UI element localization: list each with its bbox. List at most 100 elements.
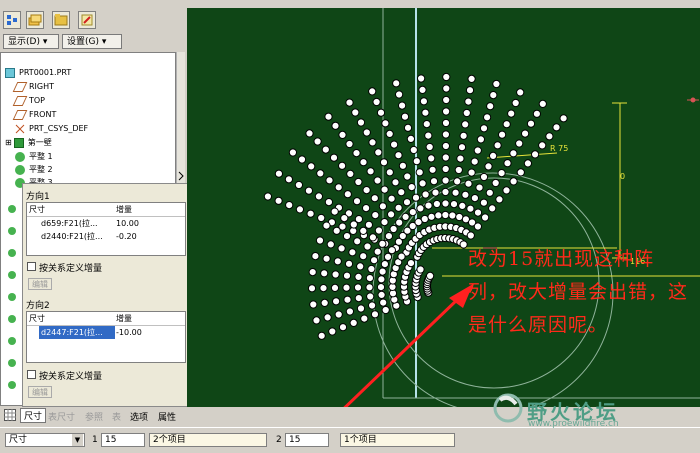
increment-cell[interactable]: -0.20 (116, 230, 137, 243)
edit-button[interactable]: 编辑 (28, 278, 52, 290)
pattern-hole (353, 237, 362, 246)
chevron-down-icon[interactable]: ▼ (72, 434, 83, 446)
tree-item-top[interactable]: TOP (12, 94, 45, 107)
tree-item-right[interactable]: RIGHT (12, 80, 54, 93)
col-dimension: 尺寸 (29, 205, 45, 214)
pattern-hole (411, 193, 421, 202)
pattern-type-select[interactable]: 尺寸 ▼ (5, 433, 85, 447)
tab-dimensions[interactable]: 尺寸 (20, 408, 47, 423)
relation-checkbox[interactable] (27, 262, 36, 271)
dir2-items-collector[interactable]: 1个项目 (340, 433, 455, 447)
pattern-hole (497, 169, 506, 178)
tab-options[interactable]: 选项 (130, 410, 148, 423)
pattern-hole (383, 252, 393, 261)
dir1-items-collector[interactable]: 2个项目 (149, 433, 267, 447)
col-dimension: 尺寸 (29, 314, 45, 323)
pattern-hole (466, 204, 475, 213)
pattern-hole (428, 165, 437, 174)
pattern-hole (314, 192, 323, 201)
pattern-hole (416, 204, 425, 213)
pattern-hole (441, 210, 450, 220)
tree-item-flat2[interactable]: 平整 2 (15, 163, 53, 176)
pattern-hole (305, 129, 314, 138)
pattern-hole (418, 85, 427, 95)
pattern-hole (402, 198, 412, 207)
pattern-hole (442, 107, 451, 116)
datum-plane-icon (12, 81, 28, 92)
table-row[interactable]: d659:F21(拉... 10.00 (27, 217, 185, 230)
expand-icon[interactable]: ⊞ (5, 138, 12, 147)
pattern-hole (340, 214, 349, 223)
tree-item-part[interactable]: PRT0001.PRT (5, 66, 71, 79)
pattern-hole (408, 208, 417, 217)
part-icon (5, 67, 15, 78)
pattern-hole (427, 212, 436, 221)
layer-icon[interactable] (26, 11, 44, 29)
settings-dropdown[interactable]: 设置(G) ▾ (62, 34, 122, 49)
pattern-hole (362, 128, 371, 137)
col-increment: 增量 (116, 314, 132, 323)
pattern-hole (467, 74, 476, 84)
pattern-hole (380, 260, 389, 269)
pattern-hole (488, 204, 497, 213)
pattern-hole (333, 257, 342, 266)
pattern-hole (356, 262, 365, 271)
pattern-hole (349, 318, 358, 327)
folder-icon[interactable] (52, 11, 70, 29)
display-dropdown[interactable]: 显示(D) ▾ (3, 34, 59, 49)
table-row[interactable]: d2447:F21(拉... -10.00 (27, 326, 185, 339)
dimension-cell: d2447:F21(拉... (39, 326, 115, 339)
pattern-hole (263, 192, 273, 201)
pattern-hole (316, 169, 325, 178)
pattern-hole (342, 232, 352, 241)
pattern-hole (491, 178, 500, 188)
tree-item-first-wall[interactable]: ⊞ 第一壁 (5, 136, 52, 149)
pattern-hole (424, 131, 433, 140)
pattern-hole (322, 254, 331, 263)
tree-item-csys[interactable]: PRT_CSYS_DEF (15, 122, 88, 135)
model-tree-toolbar (0, 8, 185, 33)
pattern-hole (427, 154, 436, 163)
relation-label: 按关系定义增量 (39, 372, 103, 382)
pattern-hole (419, 97, 428, 106)
pattern-hole (418, 179, 427, 188)
relation-checkbox[interactable] (27, 370, 36, 379)
pattern-hole (479, 198, 488, 207)
pattern-hole (511, 98, 520, 108)
increment-cell[interactable]: -10.00 (116, 326, 142, 339)
pattern-hole (366, 292, 375, 301)
pattern-hole (367, 264, 376, 274)
pattern-hole (354, 294, 363, 303)
pattern-hole (464, 179, 473, 188)
feature-icon[interactable] (78, 11, 96, 29)
table-row[interactable]: d2440:F21(拉... -0.20 (27, 230, 185, 243)
pattern-hole (441, 130, 450, 139)
tab-table-dimensions[interactable]: 表尺寸 (48, 410, 75, 423)
pattern-hole (362, 204, 371, 213)
pattern-hole (313, 137, 322, 146)
pattern-hole (338, 130, 347, 140)
dir2-count-input[interactable]: 15 (285, 433, 329, 447)
dir1-count-input[interactable]: 15 (101, 433, 145, 447)
pattern-hole (311, 252, 320, 261)
increment-cell[interactable]: 10.00 (116, 217, 139, 230)
tab-table[interactable]: 表 (112, 410, 121, 423)
tab-references[interactable]: 参照 (85, 410, 103, 423)
pattern-hole (441, 141, 450, 151)
edit-button[interactable]: 编辑 (28, 386, 52, 398)
dim-radius: R 75 (550, 144, 568, 153)
pattern-hole (429, 177, 439, 186)
tree-item-front[interactable]: FRONT (12, 108, 56, 121)
tree-item-flat1[interactable]: 平整 1 (15, 150, 53, 163)
pattern-hole (498, 130, 507, 139)
pattern-hole (422, 120, 431, 129)
pattern-hole (344, 259, 354, 268)
model-tree-icon[interactable] (3, 11, 21, 29)
tab-properties[interactable]: 属性 (158, 410, 176, 423)
pattern-hole (532, 109, 541, 118)
graphics-window[interactable]: R 75 116 0 (187, 8, 700, 420)
pattern-hole (467, 168, 476, 177)
pattern-hole (464, 97, 473, 106)
pattern-hole (359, 252, 368, 261)
pattern-hole (371, 211, 380, 220)
